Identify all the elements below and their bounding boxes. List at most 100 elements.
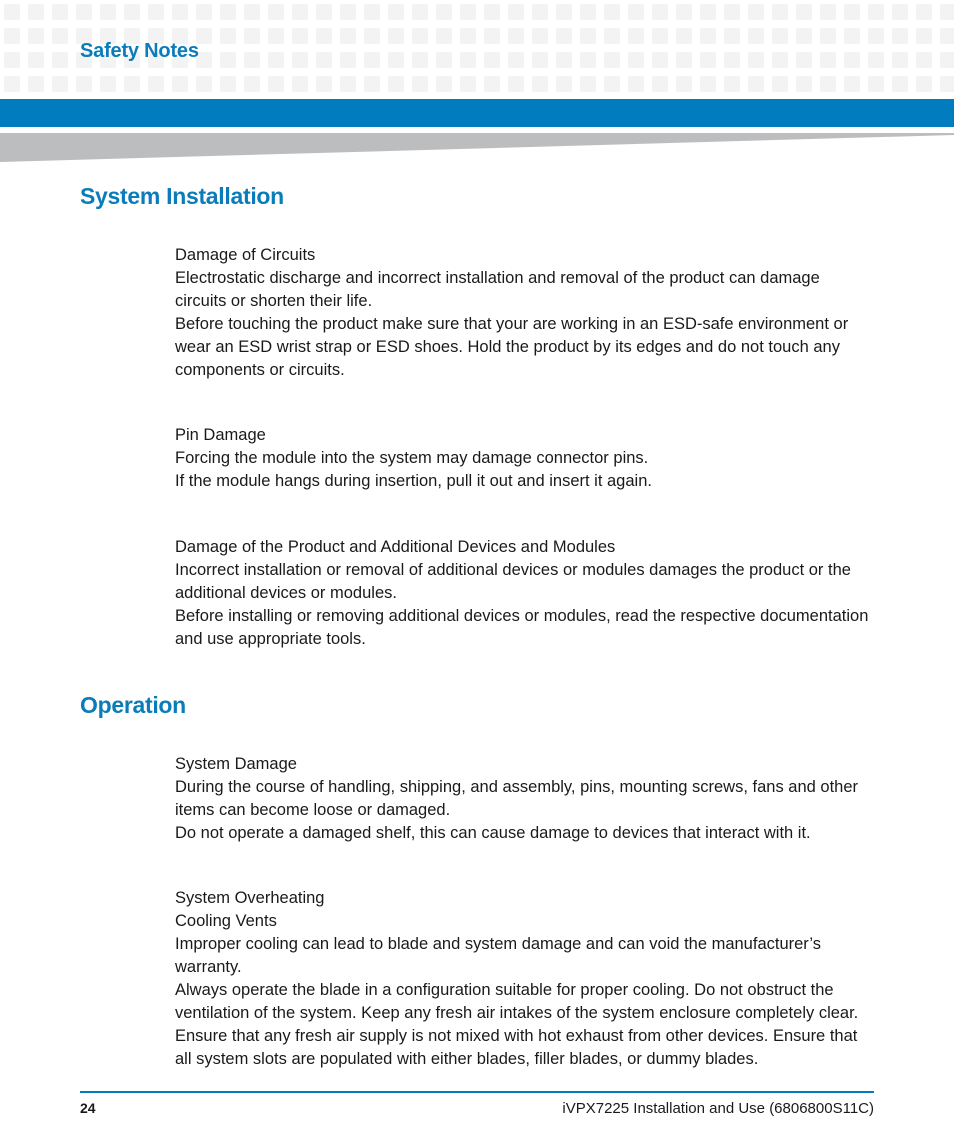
grid-square — [652, 28, 668, 44]
section-heading-operation: Operation — [80, 692, 186, 718]
notice-damage-of-circuits: Damage of Circuits Electrostatic dischar… — [175, 244, 875, 382]
grid-square — [604, 4, 620, 20]
grid-square — [220, 28, 236, 44]
notice-system-overheating: System Overheating Cooling Vents Imprope… — [175, 887, 875, 1071]
grid-square — [436, 28, 452, 44]
grid-square — [796, 52, 812, 68]
grid-square — [796, 76, 812, 92]
grid-square — [940, 28, 954, 44]
header-blue-band — [0, 99, 954, 127]
grid-square — [628, 76, 644, 92]
grid-square — [52, 52, 68, 68]
grid-square — [940, 76, 954, 92]
grid-square — [892, 4, 908, 20]
grid-square — [460, 4, 476, 20]
notice-title: System Overheating — [175, 889, 325, 907]
grid-square — [244, 76, 260, 92]
grid-square — [556, 4, 572, 20]
grid-square — [580, 76, 596, 92]
grid-square — [28, 4, 44, 20]
grid-square — [196, 4, 212, 20]
grid-square — [292, 28, 308, 44]
notice-subtitle: Cooling Vents — [175, 912, 277, 930]
grid-square — [412, 52, 428, 68]
grid-square — [148, 76, 164, 92]
grid-square — [340, 52, 356, 68]
grid-square — [316, 28, 332, 44]
notice-text: Improper cooling can lead to blade and s… — [175, 935, 822, 976]
grid-square — [52, 76, 68, 92]
grid-square — [220, 4, 236, 20]
grid-square — [892, 76, 908, 92]
grid-square — [268, 52, 284, 68]
grid-square — [556, 52, 572, 68]
grid-square — [124, 4, 140, 20]
grid-square — [700, 52, 716, 68]
grid-square — [436, 76, 452, 92]
grid-square — [916, 4, 932, 20]
grid-square — [412, 4, 428, 20]
grid-square — [292, 52, 308, 68]
grid-square — [628, 52, 644, 68]
grid-square — [148, 4, 164, 20]
grid-square — [364, 4, 380, 20]
grid-square — [676, 28, 692, 44]
notice-title: Damage of the Product and Additional Dev… — [175, 538, 616, 556]
grid-square — [652, 76, 668, 92]
notice-title: System Damage — [175, 755, 297, 773]
grid-square — [556, 76, 572, 92]
grid-square — [340, 76, 356, 92]
grid-square — [604, 76, 620, 92]
grid-square — [916, 28, 932, 44]
grid-square — [28, 76, 44, 92]
grid-square — [4, 52, 20, 68]
grid-square — [268, 28, 284, 44]
grid-square — [748, 76, 764, 92]
grid-square — [436, 4, 452, 20]
grid-square — [364, 52, 380, 68]
grid-square — [388, 76, 404, 92]
grid-square — [532, 4, 548, 20]
grid-square — [508, 52, 524, 68]
grid-square — [508, 4, 524, 20]
notice-text: Do not operate a damaged shelf, this can… — [175, 824, 811, 842]
grid-square — [364, 28, 380, 44]
grid-square — [916, 76, 932, 92]
grid-square — [268, 76, 284, 92]
grid-square — [244, 28, 260, 44]
grid-square — [172, 4, 188, 20]
grid-square — [556, 28, 572, 44]
grid-square — [316, 4, 332, 20]
page-number: 24 — [80, 1100, 96, 1116]
grid-square — [220, 52, 236, 68]
grid-square — [748, 4, 764, 20]
grid-square — [892, 28, 908, 44]
grid-square — [772, 52, 788, 68]
grid-square — [796, 28, 812, 44]
grid-square — [580, 28, 596, 44]
grid-square — [28, 52, 44, 68]
grid-square — [244, 52, 260, 68]
grid-square — [4, 76, 20, 92]
grid-square — [868, 28, 884, 44]
section-heading-system-installation: System Installation — [80, 183, 284, 209]
grid-square — [28, 28, 44, 44]
document-title: iVPX7225 Installation and Use (6806800S1… — [562, 1100, 874, 1117]
grid-square — [4, 28, 20, 44]
grid-square — [364, 76, 380, 92]
grid-square — [844, 4, 860, 20]
notice-title: Damage of Circuits — [175, 246, 316, 264]
grid-square — [748, 52, 764, 68]
grid-square — [460, 52, 476, 68]
footer-rule — [80, 1091, 874, 1093]
grid-square — [772, 76, 788, 92]
grid-square — [580, 52, 596, 68]
grid-square — [820, 28, 836, 44]
header-gray-wedge — [0, 133, 954, 162]
grid-square — [820, 76, 836, 92]
grid-square — [124, 76, 140, 92]
notice-pin-damage: Pin Damage Forcing the module into the s… — [175, 424, 875, 493]
grid-square — [628, 4, 644, 20]
grid-square — [436, 52, 452, 68]
grid-square — [52, 28, 68, 44]
